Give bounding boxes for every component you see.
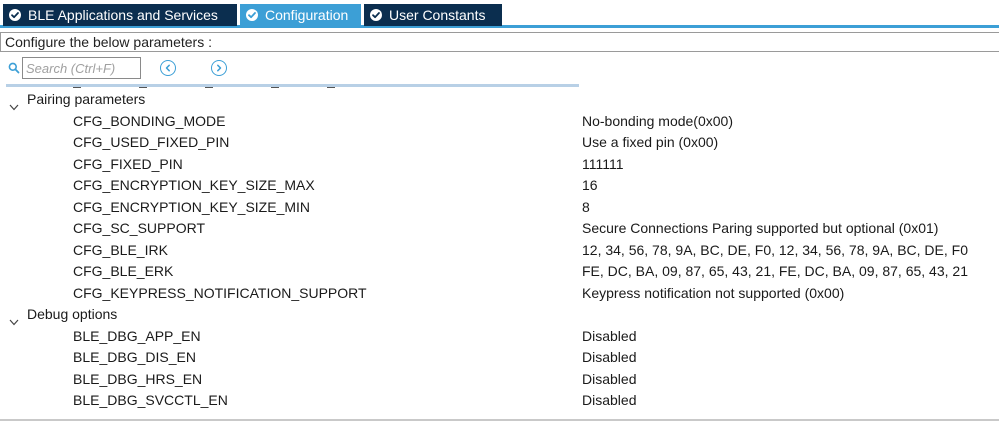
param-row[interactable]: CFG_SC_SUPPORT Secure Connections Paring … — [0, 218, 999, 240]
param-name: BLE_DBG_SVCCTL_EN — [73, 392, 228, 408]
param-value[interactable]: No-bonding mode(0x00) — [582, 111, 733, 133]
tab-configuration[interactable]: Configuration — [240, 4, 361, 26]
search-icon — [8, 61, 20, 77]
group-pairing-parameters[interactable]: Pairing parameters — [0, 89, 999, 111]
tab-label: BLE Applications and Services — [28, 7, 218, 23]
param-value[interactable]: Use a fixed pin (0x00) — [582, 132, 718, 154]
parameter-tree: Pairing parameters CFG_BONDING_MODE No-bo… — [0, 89, 999, 412]
search-previous-button[interactable] — [160, 60, 176, 76]
check-circle-icon — [9, 9, 21, 21]
param-value[interactable]: Disabled — [582, 326, 636, 348]
param-value[interactable]: 16 — [582, 175, 598, 197]
param-row[interactable]: BLE_DBG_HRS_EN Disabled — [0, 369, 999, 391]
tab-ble-applications-and-services[interactable]: BLE Applications and Services — [3, 4, 237, 26]
search-input[interactable] — [22, 57, 141, 79]
param-name: BLE_DBG_DIS_EN — [73, 349, 196, 365]
divider — [327, 87, 335, 88]
search-highlight-bar — [6, 84, 579, 87]
circle-arrow-right-icon — [215, 64, 223, 72]
search-next-button[interactable] — [211, 60, 227, 76]
divider — [139, 87, 147, 88]
param-name: CFG_BLE_ERK — [73, 263, 174, 279]
param-name: CFG_BLE_IRK — [73, 241, 168, 258]
param-value[interactable]: Disabled — [582, 347, 636, 369]
circle-arrow-left-icon — [164, 64, 172, 72]
param-row[interactable]: CFG_FIXED_PIN 111111 — [0, 154, 999, 176]
divider — [271, 87, 279, 88]
param-name: CFG_FIXED_PIN — [73, 155, 183, 172]
param-name: CFG_SC_SUPPORT — [73, 220, 205, 236]
param-value[interactable]: Secure Connections Paring supported but … — [582, 218, 938, 240]
param-row[interactable]: CFG_KEYPRESS_NOTIFICATION_SUPPORT Keypres… — [0, 283, 999, 305]
param-name: CFG_ENCRYPTION_KEY_SIZE_MIN — [73, 198, 311, 215]
param-row[interactable]: CFG_ENCRYPTION_KEY_SIZE_MAX 16 — [0, 175, 999, 197]
param-row[interactable]: CFG_BLE_ERK FE, DC, BA, 09, 87, 65, 43, 2… — [0, 261, 999, 283]
group-debug-options[interactable]: Debug options — [0, 304, 999, 326]
param-row[interactable]: BLE_DBG_SVCCTL_EN Disabled — [0, 390, 999, 412]
param-name: CFG_USED_FIXED_PIN — [73, 134, 230, 150]
param-name: CFG_KEYPRESS_NOTIFICATION_SUPPORT — [73, 284, 367, 301]
tab-user-constants[interactable]: User Constants — [364, 4, 502, 26]
group-label: Pairing parameters — [27, 91, 146, 107]
param-name: BLE_DBG_APP_EN — [73, 327, 201, 344]
param-value[interactable]: 111111 — [582, 154, 624, 176]
param-row[interactable]: CFG_BLE_IRK 12, 34, 56, 78, 9A, BC, DE, F… — [0, 240, 999, 262]
tab-label: Configuration — [265, 7, 349, 23]
tab-label: User Constants — [389, 7, 486, 23]
param-value[interactable]: 12, 34, 56, 78, 9A, BC, DE, F0, 12, 34, … — [582, 240, 968, 262]
configure-label: Configure the below parameters : — [0, 32, 999, 52]
check-circle-icon — [246, 9, 258, 21]
param-row[interactable]: CFG_ENCRYPTION_KEY_SIZE_MIN 8 — [0, 197, 999, 219]
divider — [205, 87, 213, 88]
tab-bar: BLE Applications and Services Configurat… — [0, 0, 999, 28]
divider — [0, 419, 999, 421]
param-value[interactable]: Keypress notification not supported (0x0… — [582, 283, 844, 305]
check-circle-icon — [370, 9, 382, 21]
group-label: Debug options — [27, 306, 118, 322]
param-value[interactable]: Disabled — [582, 390, 636, 412]
param-name: BLE_DBG_HRS_EN — [73, 370, 203, 387]
divider — [73, 87, 81, 88]
param-row[interactable]: CFG_BONDING_MODE No-bonding mode(0x00) — [0, 111, 999, 133]
param-row[interactable]: CFG_USED_FIXED_PIN Use a fixed pin (0x00) — [0, 132, 999, 154]
param-name: CFG_ENCRYPTION_KEY_SIZE_MAX — [73, 177, 315, 193]
param-value[interactable]: Disabled — [582, 369, 636, 391]
param-row[interactable]: BLE_DBG_APP_EN Disabled — [0, 326, 999, 348]
param-value[interactable]: FE, DC, BA, 09, 87, 65, 43, 21, FE, DC, … — [582, 261, 968, 283]
param-row[interactable]: BLE_DBG_DIS_EN Disabled — [0, 347, 999, 369]
param-name: CFG_BONDING_MODE — [73, 112, 226, 129]
param-value[interactable]: 8 — [582, 197, 590, 219]
